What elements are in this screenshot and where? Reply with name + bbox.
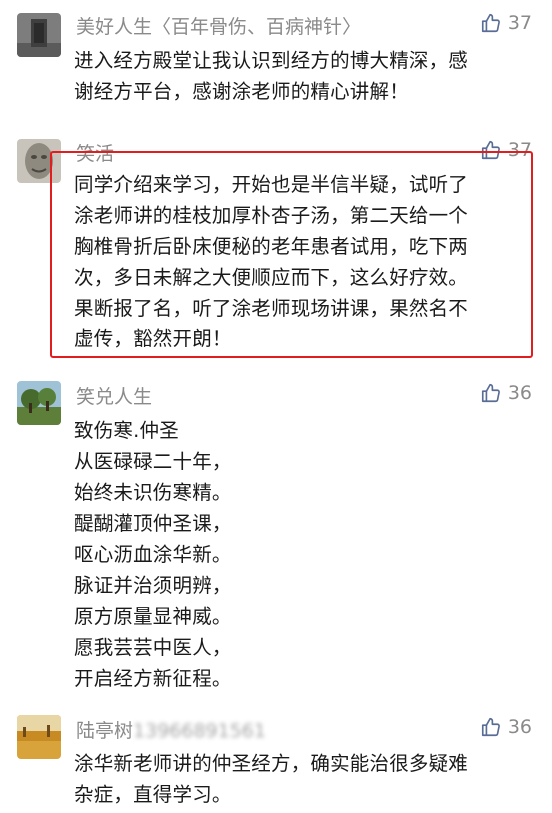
comment-line: 胸椎骨折后卧床便秘的老年患者试用，吃下两 [74, 235, 469, 258]
like-button[interactable]: 37 [480, 139, 532, 161]
comment-line: 从医碌碌二十年， [74, 450, 232, 473]
like-button[interactable]: 37 [480, 12, 532, 34]
comment-line: 呕心沥血涂华新。 [74, 543, 232, 566]
like-count: 37 [507, 12, 532, 34]
like-button[interactable]: 36 [480, 716, 532, 738]
comment-username[interactable]: 陆亭树13966891561 [76, 716, 266, 743]
avatar[interactable] [17, 13, 61, 57]
comment-username[interactable]: 笑兑人生 [76, 382, 152, 409]
thumbs-up-icon [481, 717, 500, 737]
like-count: 37 [507, 139, 532, 161]
comment-line: 涂华新老师讲的仲圣经方，确实能治很多疑难 [74, 752, 469, 775]
avatar[interactable] [17, 715, 61, 759]
comment-line: 杂症，直得学习。 [74, 783, 232, 806]
comment-line: 醍醐灌顶仲圣课， [74, 512, 232, 535]
blurred-phone-number: 13966891561 [133, 720, 266, 742]
comment-line: 脉证并治须明辨， [74, 574, 232, 597]
avatar[interactable] [17, 381, 61, 425]
comment-line: 果断报了名，听了涂老师现场讲课，果然名不 [74, 297, 469, 320]
comment-line: 愿我芸芸中医人， [74, 636, 232, 659]
like-count: 36 [507, 382, 532, 404]
comment-line: 虚传，豁然开朗！ [74, 327, 232, 350]
username-text: 陆亭树 [76, 720, 134, 742]
comment-line: 次，多日未解之大便顺应而下，这么好疗效。 [74, 266, 469, 289]
comment-line: 涂老师讲的桂枝加厚朴杏子汤，第二天给一个 [74, 204, 469, 227]
like-button[interactable]: 36 [480, 382, 532, 404]
comment-line: 谢经方平台，感谢涂老师的精心讲解！ [74, 80, 409, 103]
comment-line: 原方原量显神威。 [74, 605, 232, 628]
comment-line: 同学介绍来学习，开始也是半信半疑，试听了 [74, 173, 469, 196]
thumbs-up-icon [481, 140, 500, 160]
avatar[interactable] [17, 139, 61, 183]
comment-username[interactable]: 笑活 [76, 139, 114, 166]
thumbs-up-icon [481, 383, 500, 403]
comment-line: 开启经方新征程。 [74, 667, 232, 690]
comment-line: 始终未识伤寒精。 [74, 481, 232, 504]
comment-username[interactable]: 美好人生〈百年骨伤、百病神针〉 [76, 12, 361, 39]
thumbs-up-icon [481, 13, 500, 33]
like-count: 36 [507, 716, 532, 738]
comment-line: 致伤寒.仲圣 [74, 419, 179, 442]
comment-line: 进入经方殿堂让我认识到经方的博大精深，感 [74, 49, 469, 72]
